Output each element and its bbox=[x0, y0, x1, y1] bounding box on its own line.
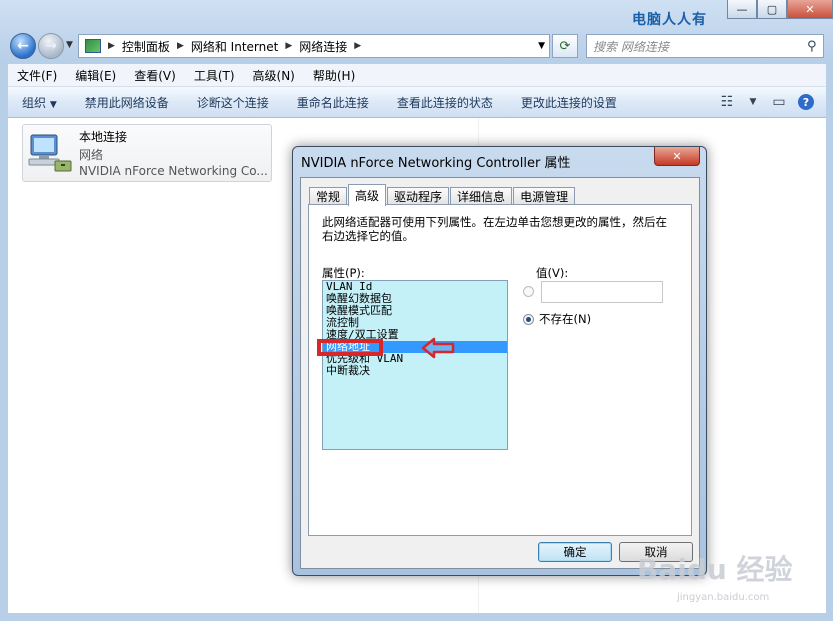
preview-pane-icon[interactable]: ▭ bbox=[766, 94, 792, 110]
menu-edit[interactable]: 编辑(E) bbox=[66, 67, 125, 84]
chevron-right-icon: ▶ bbox=[108, 41, 115, 51]
search-box[interactable]: 搜索 网络连接 ⚲ bbox=[586, 34, 824, 58]
properties-dialog: NVIDIA nForce Networking Controller 属性 ✕… bbox=[292, 146, 707, 576]
back-arrow-icon: ← bbox=[17, 38, 29, 54]
search-input[interactable]: 搜索 网络连接 bbox=[587, 38, 807, 55]
forward-button[interactable]: → bbox=[38, 33, 64, 59]
panel-description: 此网络适配器可使用下列属性。在左边单击您想更改的属性，然后在右边选择它的值。 bbox=[322, 215, 667, 243]
address-dropdown-icon[interactable]: ▼ bbox=[538, 41, 545, 51]
baidu-watermark: Baidu 经验 bbox=[637, 553, 793, 586]
value-input[interactable] bbox=[541, 281, 663, 303]
rename-connection-button[interactable]: 重命名此连接 bbox=[283, 94, 383, 111]
tab-driver[interactable]: 驱动程序 bbox=[387, 187, 450, 205]
maximize-icon: ▢ bbox=[766, 2, 778, 16]
dialog-title: NVIDIA nForce Networking Controller 属性 bbox=[301, 156, 571, 171]
tab-advanced[interactable]: 高级 bbox=[348, 184, 387, 206]
navigation-bar: ← → ▼ ▶ 控制面板 ▶ 网络和 Internet ▶ 网络连接 ▶ ▼ ⟳… bbox=[0, 30, 833, 60]
chevron-down-icon: ▼ bbox=[49, 99, 57, 110]
view-options-icon[interactable]: ☷ bbox=[714, 94, 740, 110]
connection-adapter: NVIDIA nForce Networking Co... bbox=[79, 164, 268, 178]
chevron-right-icon[interactable]: ▶ bbox=[282, 41, 295, 51]
left-arrow-annotation-icon bbox=[421, 337, 455, 359]
baidu-watermark-url: jingyan.baidu.com bbox=[677, 592, 770, 603]
maximize-button[interactable]: ▢ bbox=[757, 0, 787, 19]
change-settings-button[interactable]: 更改此连接的设置 bbox=[507, 94, 631, 111]
tab-power-management[interactable]: 电源管理 bbox=[513, 187, 576, 205]
command-bar: 组织 ▼ 禁用此网络设备 诊断这个连接 重命名此连接 查看此连接的状态 更改此连… bbox=[8, 87, 826, 118]
menu-tools[interactable]: 工具(T) bbox=[185, 67, 244, 84]
history-dropdown-icon[interactable]: ▼ bbox=[66, 40, 73, 50]
ok-button[interactable]: 确定 bbox=[538, 542, 612, 562]
organize-button[interactable]: 组织 ▼ bbox=[8, 94, 71, 111]
tab-strip: 常规 高级 驱动程序 详细信息 电源管理 bbox=[309, 183, 576, 206]
highlight-box bbox=[317, 339, 383, 356]
menu-view[interactable]: 查看(V) bbox=[125, 67, 185, 84]
refresh-icon: ⟳ bbox=[559, 38, 571, 54]
address-bar[interactable]: ▶ 控制面板 ▶ 网络和 Internet ▶ 网络连接 ▶ ▼ bbox=[78, 34, 550, 58]
view-status-button[interactable]: 查看此连接的状态 bbox=[383, 94, 507, 111]
minimize-icon: — bbox=[736, 2, 748, 16]
back-button[interactable]: ← bbox=[10, 33, 36, 59]
toolbar-right: ☷ ▼ ▭ ? bbox=[714, 87, 826, 117]
tab-details[interactable]: 详细信息 bbox=[450, 187, 513, 205]
connection-name: 本地连接 bbox=[79, 130, 128, 144]
breadcrumb-network-connections[interactable]: 网络连接 bbox=[295, 38, 351, 55]
menu-bar: 文件(F) 编辑(E) 查看(V) 工具(T) 高级(N) 帮助(H) bbox=[8, 64, 826, 87]
window-caption-buttons: — ▢ ✕ bbox=[727, 0, 833, 20]
value-label: 值(V): bbox=[536, 266, 569, 280]
value-radio[interactable] bbox=[523, 286, 534, 297]
close-icon: ✕ bbox=[805, 2, 815, 16]
forward-arrow-icon: → bbox=[45, 38, 57, 54]
organize-label: 组织 bbox=[22, 95, 47, 110]
property-label: 属性(P): bbox=[322, 266, 365, 280]
minimize-button[interactable]: — bbox=[727, 0, 757, 19]
watermark-top: 电脑人人有 bbox=[632, 12, 707, 28]
disable-device-button[interactable]: 禁用此网络设备 bbox=[71, 94, 183, 111]
menu-advanced[interactable]: 高级(N) bbox=[244, 67, 304, 84]
close-icon: ✕ bbox=[672, 149, 682, 163]
dialog-body: 常规 高级 驱动程序 详细信息 电源管理 此网络适配器可使用下列属性。在左边单击… bbox=[300, 177, 700, 569]
help-icon[interactable]: ? bbox=[798, 94, 814, 110]
diagnose-connection-button[interactable]: 诊断这个连接 bbox=[183, 94, 283, 111]
dialog-close-button[interactable]: ✕ bbox=[654, 147, 700, 166]
list-item[interactable]: 中断裁决 bbox=[323, 365, 507, 377]
menu-file[interactable]: 文件(F) bbox=[8, 67, 66, 84]
advanced-panel: 此网络适配器可使用下列属性。在左边单击您想更改的属性，然后在右边选择它的值。 属… bbox=[308, 204, 692, 536]
tab-general[interactable]: 常规 bbox=[309, 187, 348, 205]
chevron-right-icon[interactable]: ▶ bbox=[351, 41, 364, 51]
breadcrumb-control-panel[interactable]: 控制面板 bbox=[118, 38, 174, 55]
connection-type: 网络 bbox=[79, 148, 104, 162]
not-present-radio[interactable] bbox=[523, 314, 534, 325]
breadcrumb-network-internet[interactable]: 网络和 Internet bbox=[187, 38, 282, 55]
not-present-label[interactable]: 不存在(N) bbox=[539, 311, 591, 327]
network-folder-icon bbox=[85, 39, 101, 53]
menu-help[interactable]: 帮助(H) bbox=[304, 67, 364, 84]
view-options-dropdown-icon[interactable]: ▼ bbox=[740, 97, 766, 107]
property-list[interactable]: VLAN Id 唤醒幻数据包 唤醒模式匹配 流控制 速度/双工设置 网络地址 优… bbox=[317, 280, 508, 450]
explorer-window: 电脑人人有 — ▢ ✕ ← → ▼ ▶ 控制面板 ▶ 网络和 Internet … bbox=[0, 0, 833, 621]
network-adapter-icon bbox=[28, 134, 72, 172]
search-icon[interactable]: ⚲ bbox=[807, 39, 823, 54]
close-button[interactable]: ✕ bbox=[787, 0, 833, 19]
chevron-right-icon[interactable]: ▶ bbox=[174, 41, 187, 51]
refresh-button[interactable]: ⟳ bbox=[552, 34, 578, 58]
local-connection-tile[interactable]: 本地连接 网络 NVIDIA nForce Networking Co... bbox=[22, 124, 272, 182]
